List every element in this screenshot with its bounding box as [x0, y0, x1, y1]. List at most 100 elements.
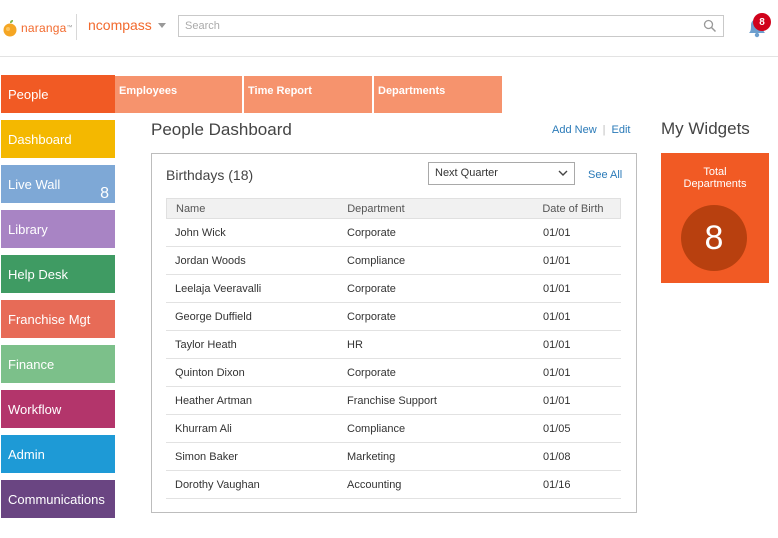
- dashboard-actions: Add New | Edit: [552, 124, 630, 136]
- cell-name: Heather Artman: [175, 394, 253, 407]
- widget-label: Total Departments: [661, 166, 769, 190]
- cell-department: Corporate: [347, 310, 396, 323]
- sidebar-item-franchise-mgt[interactable]: Franchise Mgt: [1, 300, 115, 338]
- column-header-department[interactable]: Department: [347, 203, 542, 215]
- chevron-down-icon: [558, 168, 568, 178]
- table-row[interactable]: Simon Baker Marketing 01/08: [166, 443, 621, 471]
- cell-name: John Wick: [175, 226, 226, 239]
- cell-name: Jordan Woods: [175, 254, 246, 267]
- naranga-logo[interactable]: naranga ™: [2, 16, 72, 40]
- table-header: Name Department Date of Birth: [166, 198, 621, 219]
- people-subnav-tabs: Employees Time Report Departments: [115, 76, 502, 113]
- edit-link[interactable]: Edit: [612, 124, 631, 136]
- widget-value: 8: [681, 205, 747, 271]
- cell-name: Dorothy Vaughan: [175, 478, 260, 491]
- table-row[interactable]: John Wick Corporate 01/01: [166, 219, 621, 247]
- sidebar-item-communications[interactable]: Communications: [1, 480, 115, 518]
- cell-date-of-birth: 01/01: [543, 282, 571, 295]
- cell-date-of-birth: 01/05: [543, 422, 571, 435]
- search-box: [178, 15, 724, 37]
- total-departments-widget[interactable]: Total Departments 8: [661, 153, 769, 283]
- top-bar: naranga™ ncompass 8: [0, 0, 778, 57]
- cell-date-of-birth: 01/01: [543, 338, 571, 351]
- sidebar-item-label: Help Desk: [8, 266, 68, 282]
- cell-date-of-birth: 01/01: [543, 254, 571, 267]
- orange-logo-icon: [2, 19, 18, 37]
- logo-text: naranga: [21, 21, 67, 35]
- tab-departments[interactable]: Departments: [374, 76, 502, 113]
- tab-employees[interactable]: Employees: [115, 76, 244, 113]
- sidebar-item-label: Library: [8, 221, 48, 237]
- sidebar-item-dashboard[interactable]: Dashboard: [1, 120, 115, 158]
- sidebar-item-label: Finance: [8, 356, 55, 372]
- cell-name: Quinton Dixon: [175, 366, 245, 379]
- brand-dropdown[interactable]: ncompass: [88, 17, 166, 33]
- table-row[interactable]: Quinton Dixon Corporate 01/01: [166, 359, 621, 387]
- cell-department: HR: [347, 338, 363, 351]
- sidebar-item-people[interactable]: People: [1, 75, 115, 113]
- birthdays-table: Name Department Date of Birth John Wick C…: [166, 198, 621, 499]
- column-header-date-of-birth[interactable]: Date of Birth: [542, 203, 620, 215]
- my-widgets-title: My Widgets: [661, 119, 750, 138]
- sidebar-item-label: Workflow: [8, 401, 62, 417]
- period-select-value: Next Quarter: [435, 167, 498, 179]
- search-icon[interactable]: [703, 19, 717, 33]
- header-divider: [76, 14, 77, 40]
- cell-date-of-birth: 01/08: [543, 450, 571, 463]
- logo-trademark: ™: [66, 25, 73, 31]
- search-input[interactable]: [179, 16, 701, 36]
- table-row[interactable]: Heather Artman Franchise Support 01/01: [166, 387, 621, 415]
- caret-down-icon: [157, 22, 166, 28]
- live-wall-count: 8: [100, 185, 109, 202]
- sidebar-item-label: Dashboard: [8, 131, 72, 147]
- cell-department: Compliance: [347, 254, 406, 267]
- cell-department: Franchise Support: [347, 394, 437, 407]
- page-title: People Dashboard: [151, 120, 292, 139]
- table-row[interactable]: Leelaja Veeravalli Corporate 01/01: [166, 275, 621, 303]
- cell-department: Corporate: [347, 366, 396, 379]
- column-header-name[interactable]: Name: [167, 203, 347, 215]
- cell-date-of-birth: 01/16: [543, 478, 571, 491]
- cell-name: Leelaja Veeravalli: [175, 282, 262, 295]
- sidebar-item-label: Admin: [8, 446, 45, 462]
- link-separator: |: [602, 124, 606, 136]
- add-new-link[interactable]: Add New: [552, 124, 597, 136]
- table-row[interactable]: George Duffield Corporate 01/01: [166, 303, 621, 331]
- birthdays-title: Birthdays (18): [166, 167, 254, 183]
- sidebar-item-label: People: [8, 86, 49, 102]
- sidebar-item-help-desk[interactable]: Help Desk: [1, 255, 115, 293]
- cell-name: George Duffield: [175, 310, 252, 323]
- sidebar-nav: People Dashboard Live Wall 8 Library Help…: [1, 75, 115, 525]
- cell-department: Accounting: [347, 478, 402, 491]
- sidebar-item-label: Franchise Mgt: [8, 311, 91, 327]
- table-row[interactable]: Dorothy Vaughan Accounting 01/16: [166, 471, 621, 499]
- sidebar-item-finance[interactable]: Finance: [1, 345, 115, 383]
- sidebar-item-library[interactable]: Library: [1, 210, 115, 248]
- cell-name: Taylor Heath: [175, 338, 237, 351]
- notifications-count-badge[interactable]: 8: [753, 13, 771, 31]
- cell-department: Corporate: [347, 226, 396, 239]
- widget-label-line-2: Departments: [683, 178, 747, 190]
- sidebar-item-admin[interactable]: Admin: [1, 435, 115, 473]
- period-select[interactable]: Next Quarter: [428, 162, 575, 185]
- table-row[interactable]: Khurram Ali Compliance 01/05: [166, 415, 621, 443]
- widget-label-line-1: Total: [703, 166, 727, 178]
- cell-department: Corporate: [347, 282, 396, 295]
- cell-name: Khurram Ali: [175, 422, 232, 435]
- brand-label: ncompass: [88, 17, 152, 33]
- tab-time-report[interactable]: Time Report: [244, 76, 374, 113]
- table-row[interactable]: Jordan Woods Compliance 01/01: [166, 247, 621, 275]
- sidebar-item-label: Live Wall: [8, 176, 61, 192]
- cell-date-of-birth: 01/01: [543, 310, 571, 323]
- birthdays-card: Birthdays (18) Next Quarter See All Name…: [151, 153, 637, 513]
- sidebar-item-live-wall[interactable]: Live Wall 8: [1, 165, 115, 203]
- see-all-link[interactable]: See All: [588, 169, 622, 181]
- cell-name: Simon Baker: [175, 450, 238, 463]
- table-row[interactable]: Taylor Heath HR 01/01: [166, 331, 621, 359]
- sidebar-item-label: Communications: [8, 491, 105, 507]
- cell-date-of-birth: 01/01: [543, 226, 571, 239]
- cell-department: Marketing: [347, 450, 396, 463]
- cell-date-of-birth: 01/01: [543, 394, 571, 407]
- cell-department: Compliance: [347, 422, 406, 435]
- sidebar-item-workflow[interactable]: Workflow: [1, 390, 115, 428]
